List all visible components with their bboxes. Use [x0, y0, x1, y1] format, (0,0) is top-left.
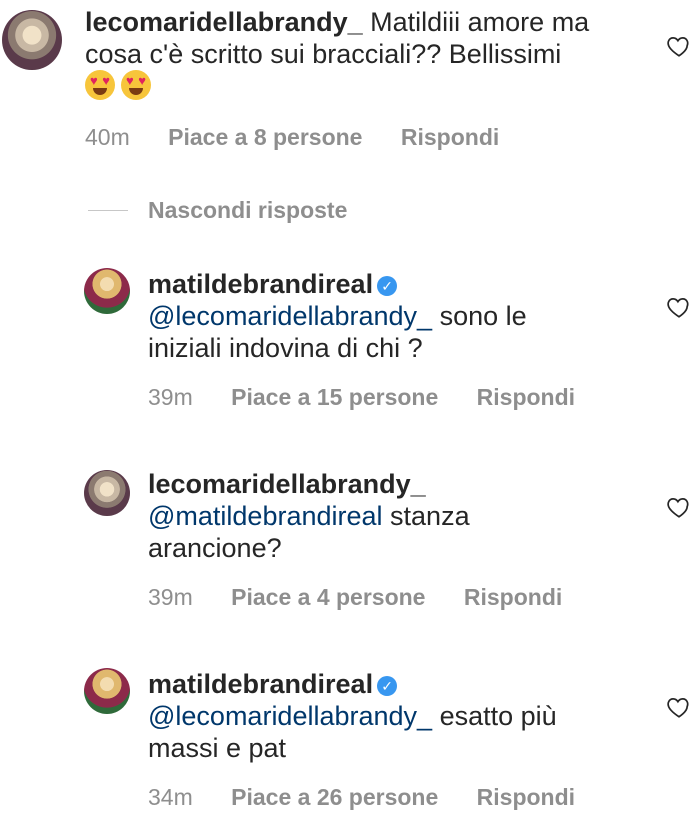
reply-time: 34m: [148, 784, 193, 810]
comment-username[interactable]: lecomaridellabrandy_: [85, 7, 363, 37]
reply-username[interactable]: lecomaridellabrandy_: [148, 469, 426, 499]
comments-thread: lecomaridellabrandy_ Matildiii amore ma …: [0, 0, 700, 835]
reply-time: 39m: [148, 384, 193, 410]
avatar[interactable]: [2, 10, 62, 70]
like-heart-icon[interactable]: [666, 494, 692, 520]
like-heart-icon[interactable]: [666, 33, 692, 59]
reply-body: matildebrandireal ✓ @lecomaridellabrandy_…: [148, 668, 648, 764]
verified-badge-icon: ✓: [377, 676, 398, 696]
like-heart-icon[interactable]: [666, 294, 692, 320]
comment-text-line2: cosa c'è scritto sui bracciali?? Belliss…: [85, 39, 562, 69]
reply-body: matildebrandireal ✓ @lecomaridellabrandy_…: [148, 268, 648, 364]
reply-button[interactable]: Rispondi: [464, 584, 562, 610]
reply-button[interactable]: Rispondi: [401, 124, 499, 150]
hide-replies-button[interactable]: Nascondi risposte: [148, 196, 347, 224]
reply-button[interactable]: Rispondi: [477, 784, 575, 810]
comment-body: lecomaridellabrandy_ Matildiii amore ma …: [85, 6, 645, 103]
reply-text-line2: arancione?: [148, 533, 282, 563]
reply-text: esatto più: [432, 701, 557, 731]
reply-likes-link[interactable]: Piace a 15 persone: [231, 384, 438, 410]
heart-eyes-emoji-icon: [121, 70, 151, 100]
comment-meta: 40m Piace a 8 persone Rispondi: [85, 123, 531, 151]
reply-text: sono le: [432, 301, 527, 331]
reply-text: stanza: [382, 501, 470, 531]
reply-body: lecomaridellabrandy_ @matildebrandireal …: [148, 468, 648, 564]
reply-likes-link[interactable]: Piace a 4 persone: [231, 584, 425, 610]
reply-text-line2: iniziali indovina di chi ?: [148, 333, 423, 363]
reply-likes-link[interactable]: Piace a 26 persone: [231, 784, 438, 810]
reply-mention[interactable]: @lecomaridellabrandy_: [148, 301, 432, 331]
avatar[interactable]: [84, 268, 130, 314]
reply-username[interactable]: matildebrandireal: [148, 269, 373, 299]
comment-text-line1: Matildiii amore ma: [370, 7, 590, 37]
reply-text-line2: massi e pat: [148, 733, 287, 763]
avatar[interactable]: [84, 470, 130, 516]
reply-meta: 39m Piace a 4 persone Rispondi: [148, 583, 594, 611]
reply-mention[interactable]: @matildebrandireal: [148, 501, 383, 531]
reply-mention[interactable]: @lecomaridellabrandy_: [148, 701, 432, 731]
reply-meta: 39m Piace a 15 persone Rispondi: [148, 383, 607, 411]
heart-eyes-emoji-icon: [85, 70, 115, 100]
reply-time: 39m: [148, 584, 193, 610]
reply-username[interactable]: matildebrandireal: [148, 669, 373, 699]
avatar[interactable]: [84, 668, 130, 714]
verified-badge-icon: ✓: [377, 276, 398, 296]
comment-likes-link[interactable]: Piace a 8 persone: [168, 124, 362, 150]
hide-replies-line: [88, 210, 128, 211]
like-heart-icon[interactable]: [666, 694, 692, 720]
reply-meta: 34m Piace a 26 persone Rispondi: [148, 783, 607, 811]
reply-button[interactable]: Rispondi: [477, 384, 575, 410]
comment-time: 40m: [85, 124, 130, 150]
